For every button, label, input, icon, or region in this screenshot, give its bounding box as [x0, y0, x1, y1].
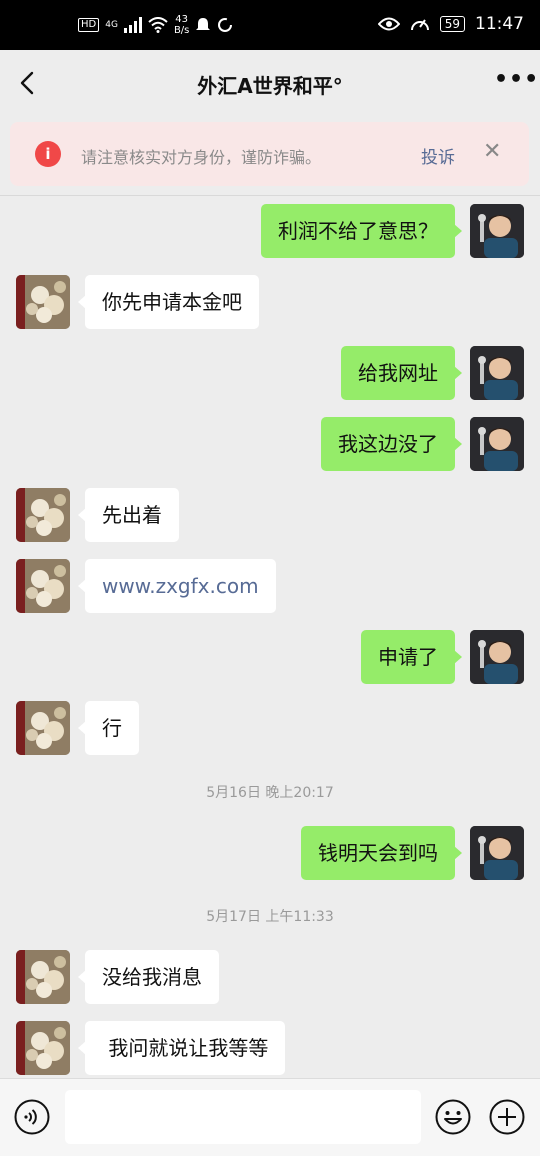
contact-message-bubble[interactable]: 先出着: [78, 488, 179, 542]
contact-link-message[interactable]: www.zxgfx.com: [78, 559, 276, 613]
message-timestamp: 5月17日 上午11:33: [206, 909, 334, 925]
contact-avatar[interactable]: [16, 950, 70, 1004]
notification-bell-icon: [196, 18, 211, 30]
my-avatar[interactable]: [470, 826, 524, 880]
contact-avatar[interactable]: [16, 275, 70, 329]
my-message-bubble[interactable]: 利润不给了意思？: [261, 204, 462, 258]
input-bar: [0, 1078, 540, 1156]
speed-value: 43: [175, 14, 189, 25]
contact-avatar[interactable]: [16, 488, 70, 542]
chat-header: 外汇A世界和平° •••: [0, 50, 540, 116]
report-link[interactable]: 投诉: [421, 143, 455, 168]
contact-avatar[interactable]: [16, 701, 70, 755]
plus-icon[interactable]: [489, 1099, 525, 1135]
warning-info-icon: i: [35, 141, 61, 167]
contact-avatar[interactable]: [16, 559, 70, 613]
speed-unit: B/s: [173, 25, 190, 36]
status-left: HD 4G 43 B/s: [78, 14, 233, 36]
more-options-icon[interactable]: •••: [494, 69, 538, 98]
status-right: 59 11:47: [377, 14, 524, 34]
battery-indicator: 59: [439, 16, 465, 32]
warning-text: 请注意核实对方身份，谨防诈骗。: [81, 148, 322, 167]
message-timestamp: 5月16日 晚上20:17: [206, 785, 334, 801]
contact-avatar[interactable]: [16, 1021, 70, 1075]
clock: 11:47: [475, 14, 524, 34]
emoji-icon[interactable]: [435, 1099, 471, 1135]
header-divider: [0, 195, 540, 196]
eye-icon: [377, 17, 400, 31]
contact-message-bubble[interactable]: 我问就说让我等等: [77, 1021, 286, 1075]
my-avatar[interactable]: [470, 630, 524, 684]
wifi-icon: [148, 17, 168, 33]
my-avatar[interactable]: [470, 346, 524, 400]
sync-circle-icon: [218, 18, 233, 32]
cellular-signal-icon: [123, 17, 142, 33]
my-message-bubble[interactable]: 钱明天会到吗: [301, 826, 462, 880]
contact-message-bubble[interactable]: 行: [78, 701, 139, 755]
voice-input-icon[interactable]: [14, 1099, 50, 1135]
fraud-warning-banner: i 请注意核实对方身份，谨防诈骗。 投诉 ✕: [10, 122, 529, 186]
my-avatar[interactable]: [470, 417, 524, 471]
chat-title: 外汇A世界和平°: [197, 74, 343, 98]
close-icon[interactable]: ✕: [483, 140, 501, 164]
message-input[interactable]: [65, 1090, 421, 1144]
network-speed: 43 B/s: [174, 14, 189, 36]
my-message-bubble[interactable]: 申请了: [361, 630, 462, 684]
my-avatar[interactable]: [470, 204, 524, 258]
speedometer-icon: [410, 19, 429, 31]
contact-message-bubble[interactable]: 你先申请本金吧: [78, 275, 259, 329]
status-bar: HD 4G 43 B/s 59 11:47: [0, 0, 540, 50]
hd-badge: HD: [78, 18, 100, 32]
my-message-bubble[interactable]: 我这边没了: [321, 417, 462, 471]
my-message-bubble[interactable]: 给我网址: [341, 346, 462, 400]
contact-message-bubble[interactable]: 没给我消息: [78, 950, 219, 1004]
network-type: 4G: [105, 20, 118, 30]
